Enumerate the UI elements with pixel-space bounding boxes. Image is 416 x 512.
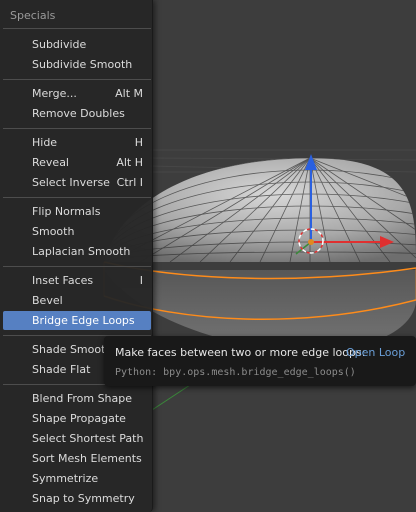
menu-item-sort-mesh-elements[interactable]: Sort Mesh Elements <box>3 449 151 468</box>
menu-item-label: Symmetrize <box>32 472 99 485</box>
menu-item-remove-doubles[interactable]: Remove Doubles <box>3 104 151 123</box>
menu-item-label: Shape Propagate <box>32 412 126 425</box>
menu-separator <box>3 197 151 198</box>
menu-item-hide[interactable]: Hide H <box>3 133 151 152</box>
menu-item-shortcut: Alt M <box>115 87 143 100</box>
menu-item-smooth[interactable]: Smooth <box>3 222 151 241</box>
menu-separator <box>3 28 151 29</box>
menu-item-label: Sort Mesh Elements <box>32 452 142 465</box>
menu-item-bevel[interactable]: Bevel <box>3 291 151 310</box>
menu-title: Specials <box>10 9 56 22</box>
menu-item-subdivide-smooth[interactable]: Subdivide Smooth <box>3 55 151 74</box>
menu-item-label: Snap to Symmetry <box>32 492 135 505</box>
menu-item-label: Select Shortest Path <box>32 432 144 445</box>
menu-item-shortcut: Ctrl I <box>116 176 143 189</box>
menu-item-label: Inset Faces <box>32 274 94 287</box>
menu-separator <box>3 266 151 267</box>
menu-separator <box>3 79 151 80</box>
menu-item-label: Bridge Edge Loops <box>32 314 135 327</box>
menu-item-label: Bevel <box>32 294 63 307</box>
menu-item-snap-to-symmetry[interactable]: Snap to Symmetry <box>3 489 151 508</box>
menu-item-merge[interactable]: Merge... Alt M <box>3 84 151 103</box>
menu-item-select-inverse[interactable]: Select Inverse Ctrl I <box>3 173 151 192</box>
menu-item-inset-faces[interactable]: Inset Faces I <box>3 271 151 290</box>
menu-item-label: Remove Doubles <box>32 107 125 120</box>
menu-item-label: Smooth <box>32 225 75 238</box>
menu-item-label: Hide <box>32 136 58 149</box>
menu-item-shortcut: I <box>139 274 143 287</box>
menu-item-shortcut: Alt H <box>116 156 143 169</box>
menu-item-bridge-edge-loops[interactable]: Bridge Edge Loops <box>3 311 151 330</box>
menu-item-label: Subdivide <box>32 38 87 51</box>
tooltip-python: Python: bpy.ops.mesh.bridge_edge_loops() <box>115 367 356 378</box>
menu-item-subdivide[interactable]: Subdivide <box>3 35 151 54</box>
menu-item-label: Reveal <box>32 156 69 169</box>
menu-item-label: Shade Flat <box>32 363 91 376</box>
menu-item-label: Shade Smooth <box>32 343 113 356</box>
menu-item-laplacian-smooth[interactable]: Laplacian Smooth <box>3 242 151 261</box>
tooltip-description: Make faces between two or more edge loop… <box>115 346 366 359</box>
menu-item-shortcut: H <box>134 136 143 149</box>
menu-item-select-shortest-path[interactable]: Select Shortest Path <box>3 429 151 448</box>
menu-item-label: Select Inverse <box>32 176 110 189</box>
menu-item-flip-normals[interactable]: Flip Normals <box>3 202 151 221</box>
specials-menu: Specials Subdivide Subdivide Smooth Merg… <box>0 0 153 512</box>
menu-item-label: Subdivide Smooth <box>32 58 133 71</box>
menu-item-reveal[interactable]: Reveal Alt H <box>3 153 151 172</box>
operator-tooltip: Make faces between two or more edge loop… <box>104 336 416 386</box>
menu-item-label: Flip Normals <box>32 205 101 218</box>
tooltip-value: Open Loop <box>346 346 406 359</box>
menu-item-shape-propagate[interactable]: Shape Propagate <box>3 409 151 428</box>
menu-item-symmetrize[interactable]: Symmetrize <box>3 469 151 488</box>
menu-item-label: Laplacian Smooth <box>32 245 131 258</box>
menu-item-label: Blend From Shape <box>32 392 133 405</box>
menu-separator <box>3 128 151 129</box>
menu-item-blend-from-shape[interactable]: Blend From Shape <box>3 389 151 408</box>
menu-item-label: Merge... <box>32 87 77 100</box>
